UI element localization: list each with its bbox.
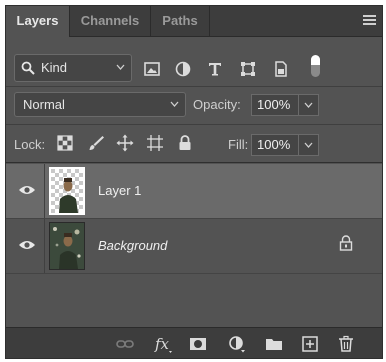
divider: [6, 162, 382, 163]
fill-input[interactable]: 100%: [251, 134, 299, 156]
folder-icon[interactable]: [265, 335, 283, 353]
search-icon: [21, 61, 35, 75]
adjustment-layer-icon[interactable]: [228, 335, 246, 353]
chevron-down-icon: [116, 64, 125, 70]
layers-list: Layer 1 Background: [6, 164, 382, 328]
chevron-down-icon: [304, 102, 313, 108]
smart-object-filter-icon[interactable]: [272, 60, 290, 78]
layer-row-layer-1[interactable]: Layer 1: [6, 164, 382, 219]
lock-image-pixels-icon[interactable]: [87, 134, 105, 152]
chevron-down-icon: [170, 101, 179, 107]
blend-mode-dropdown[interactable]: Normal: [14, 92, 186, 117]
tab-layers[interactable]: Layers: [6, 6, 69, 38]
divider: [6, 86, 382, 87]
layer-name[interactable]: Layer 1: [98, 183, 141, 198]
filter-kind-label: Kind: [41, 60, 68, 75]
opacity-input[interactable]: 100%: [251, 94, 299, 116]
lock-all-icon[interactable]: [176, 134, 194, 152]
eye-icon[interactable]: [18, 184, 36, 196]
filter-toggle-switch[interactable]: [311, 55, 320, 77]
lock-label: Lock:: [14, 137, 46, 152]
svg-text:fx: fx: [154, 335, 170, 353]
fill-label: Fill:: [228, 137, 249, 152]
lock-position-icon[interactable]: [116, 134, 134, 152]
blend-mode-value: Normal: [23, 97, 65, 112]
layers-panel: Layers Channels Paths Kind Normal Opacit…: [5, 5, 383, 359]
fill-slider-button[interactable]: [299, 134, 319, 156]
visibility-divider: [44, 164, 45, 218]
opacity-label: Opacity:: [193, 97, 241, 112]
tab-channels[interactable]: Channels: [70, 6, 150, 37]
layer-row-background[interactable]: Background: [6, 219, 382, 274]
shape-filter-icon[interactable]: [239, 60, 257, 78]
lock-artboard-icon[interactable]: [146, 134, 164, 152]
trash-icon[interactable]: [337, 335, 355, 353]
visibility-divider: [44, 219, 45, 273]
new-layer-icon[interactable]: [301, 335, 319, 353]
link-layers-icon[interactable]: [116, 335, 134, 353]
tab-divider: [209, 6, 210, 37]
layers-bottom-toolbar: fx: [6, 327, 382, 358]
panel-menu-icon[interactable]: [363, 15, 376, 26]
eye-icon[interactable]: [18, 239, 36, 251]
type-filter-icon[interactable]: [206, 60, 224, 78]
layer-name[interactable]: Background: [98, 238, 167, 253]
image-filter-icon[interactable]: [143, 60, 161, 78]
divider: [6, 124, 382, 125]
chevron-down-icon: [304, 142, 313, 148]
fx-icon[interactable]: fx: [154, 335, 174, 353]
tab-paths[interactable]: Paths: [151, 6, 209, 37]
layer-thumbnail: [49, 167, 85, 215]
lock-transparent-pixels-icon[interactable]: [56, 134, 74, 152]
adjustment-filter-icon[interactable]: [174, 60, 192, 78]
filter-kind-dropdown[interactable]: Kind: [14, 54, 132, 82]
panel-tab-bar: Layers Channels Paths: [6, 6, 382, 38]
layer-mask-icon[interactable]: [189, 335, 207, 353]
opacity-slider-button[interactable]: [299, 94, 319, 116]
lock-icon: [339, 235, 353, 251]
layer-thumbnail: [49, 222, 85, 270]
